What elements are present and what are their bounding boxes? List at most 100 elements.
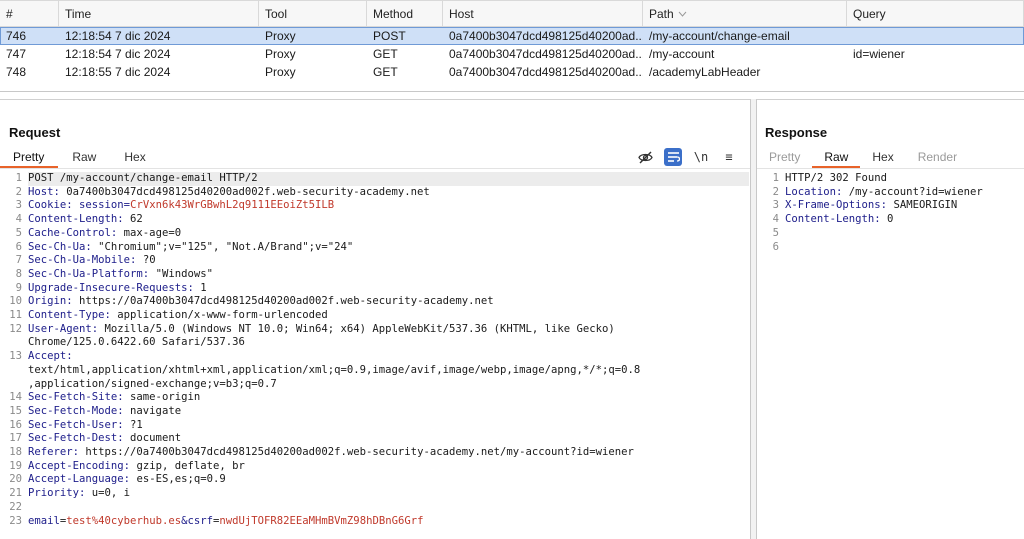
code-line: 1 HTTP/2 302 Found [757, 172, 1023, 186]
line-text: HTTP/2 302 Found [785, 172, 1023, 186]
column-header-path-label: Path [649, 7, 674, 21]
line-number: 19 [9, 459, 22, 472]
header-value: 62 [123, 213, 143, 226]
header-value: 0 [880, 213, 894, 226]
menu-icon[interactable]: ≡ [720, 148, 738, 166]
code-line: 5 Cache-Control: max-age=0 [0, 227, 749, 241]
header-value: navigate [123, 404, 182, 417]
column-header-method[interactable]: Method [367, 1, 443, 26]
cookie-value: CrVxn6k43WrGBwhL2q9111EEoiZt5ILB [130, 199, 335, 212]
header-name: Sec-Fetch-Dest: [28, 432, 124, 445]
line-number [0, 378, 28, 392]
column-header-tool[interactable]: Tool [259, 1, 367, 26]
header-name: Sec-Fetch-User: [28, 418, 124, 431]
line-number: 15 [9, 404, 22, 417]
line-number: 9 [15, 281, 22, 294]
body-param-name: &csrf [181, 514, 213, 527]
header-name: Location: [785, 185, 843, 198]
line-number: 21 [9, 487, 22, 500]
code-line: 23 email=test%40cyberhub.es&csrf=nwdUjTOF… [0, 515, 749, 529]
tab-pretty[interactable]: Pretty [0, 147, 59, 168]
line-text: Host: 0a7400b3047dcd498125d40200ad002f.w… [28, 186, 749, 200]
request-title: Request [9, 125, 61, 140]
table-row[interactable]: 747 12:18:54 7 dic 2024 Proxy GET 0a7400b304… [0, 45, 1024, 63]
code-line: 5 [757, 227, 1023, 241]
tab-render[interactable]: Render [906, 147, 969, 168]
line-number: 20 [9, 473, 22, 486]
line-text: Sec-Ch-Ua-Mobile: ?0 [28, 254, 749, 268]
line-number: 2 [15, 185, 22, 198]
code-line: 21 Priority: u=0, i [0, 487, 749, 501]
code-line: 4 Content-Length: 0 [757, 213, 1023, 227]
line-number [0, 336, 28, 350]
line-text: POST /my-account/change-email HTTP/2 [28, 172, 749, 186]
column-header-time[interactable]: Time [59, 1, 259, 26]
table-row[interactable]: 748 12:18:55 7 dic 2024 Proxy GET 0a7400b304… [0, 63, 1024, 81]
header-name: Content-Length: [28, 213, 124, 226]
column-header-host[interactable]: Host [443, 1, 643, 26]
header-value: ?1 [123, 418, 143, 431]
line-number: 13 [9, 350, 22, 363]
line-text [28, 501, 749, 515]
row-query [847, 27, 1024, 45]
line-number: 8 [15, 267, 22, 280]
request-editor[interactable]: 1 POST /my-account/change-email HTTP/2 2 Ho… [0, 172, 749, 528]
code-line: 12 User-Agent: Mozilla/5.0 (Windows NT 10… [0, 323, 749, 337]
header-value: es-ES,es;q=0.9 [130, 473, 226, 486]
history-header-row: # Time Tool Method Host Path Query [0, 0, 1024, 27]
header-name: Sec-Fetch-Mode: [28, 404, 124, 417]
line-text: Sec-Ch-Ua: "Chromium";v="125", "Not.A/Br… [28, 241, 749, 255]
line-number: 7 [15, 254, 22, 267]
tab-raw[interactable]: Raw [812, 147, 861, 168]
column-header-number[interactable]: # [0, 1, 59, 26]
newline-toggle-icon[interactable]: \n [692, 148, 710, 166]
line-number: 6 [15, 240, 22, 253]
code-line: 13 Accept: [0, 350, 749, 364]
line-number: 3 [772, 199, 779, 212]
table-row[interactable]: 746 12:18:54 7 dic 2024 Proxy POST 0a7400b30… [0, 27, 1024, 45]
line-text: Chrome/125.0.6422.60 Safari/537.36 [28, 336, 749, 350]
line-text: Sec-Fetch-Dest: document [28, 432, 749, 446]
line-number: 2 [772, 185, 779, 198]
header-value: "Chromium";v="125", "Not.A/Brand";v="24" [91, 240, 354, 253]
header-name: Sec-Ch-Ua: [28, 240, 92, 253]
line-number [0, 364, 28, 378]
hide-eye-slash-icon[interactable] [636, 148, 654, 166]
column-header-path[interactable]: Path [643, 1, 847, 26]
response-editor[interactable]: 1 HTTP/2 302 Found 2 Location: /my-account?… [757, 172, 1023, 254]
code-line: 2 Location: /my-account?id=wiener [757, 186, 1023, 200]
request-line: POST /my-account/change-email HTTP/2 [28, 172, 258, 184]
code-line: 17 Sec-Fetch-Dest: document [0, 432, 749, 446]
tab-raw[interactable]: Raw [58, 147, 110, 168]
tab-hex[interactable]: Hex [110, 147, 159, 168]
tab-hex[interactable]: Hex [860, 147, 905, 168]
line-text: User-Agent: Mozilla/5.0 (Windows NT 10.0… [28, 323, 749, 337]
header-name: Accept-Language: [28, 473, 131, 486]
line-text: Accept: [28, 350, 749, 364]
line-number: 12 [9, 322, 22, 335]
code-line: 6 [757, 241, 1023, 255]
line-text: Cache-Control: max-age=0 [28, 227, 749, 241]
line-text: Priority: u=0, i [28, 487, 749, 501]
request-pane: Request Pretty Raw Hex \n ≡ 1 POST /my-ac… [0, 99, 751, 539]
line-number: 14 [9, 391, 22, 404]
header-value: application/x-www-form-urlencoded [110, 309, 328, 322]
row-tool: Proxy [265, 29, 296, 43]
code-line: 18 Referer: https://0a7400b3047dcd498125d… [0, 446, 749, 460]
line-number: 6 [772, 240, 779, 253]
header-value: /my-account?id=wiener [842, 185, 983, 198]
body-param-value: test%40cyberhub.es [66, 514, 182, 527]
tab-pretty[interactable]: Pretty [757, 147, 812, 168]
pretty-print-toggle-icon[interactable] [664, 148, 682, 166]
column-header-query[interactable]: Query [847, 1, 1024, 26]
code-line: 4 Content-Length: 62 [0, 213, 749, 227]
header-value: ,application/signed-exchange;v=b3;q=0.7 [28, 377, 277, 390]
line-text: Cookie: session=CrVxn6k43WrGBwhL2q9111EE… [28, 199, 749, 213]
row-host: 0a7400b3047dcd498125d40200ad... [449, 29, 643, 43]
header-name: Sec-Ch-Ua-Platform: [28, 267, 150, 280]
code-line: 2 Host: 0a7400b3047dcd498125d40200ad002f.… [0, 186, 749, 200]
header-name: Origin: [28, 295, 73, 308]
line-number: 1 [772, 172, 779, 184]
header-value: ?0 [136, 254, 156, 267]
code-line: 9 Upgrade-Insecure-Requests: 1 [0, 282, 749, 296]
